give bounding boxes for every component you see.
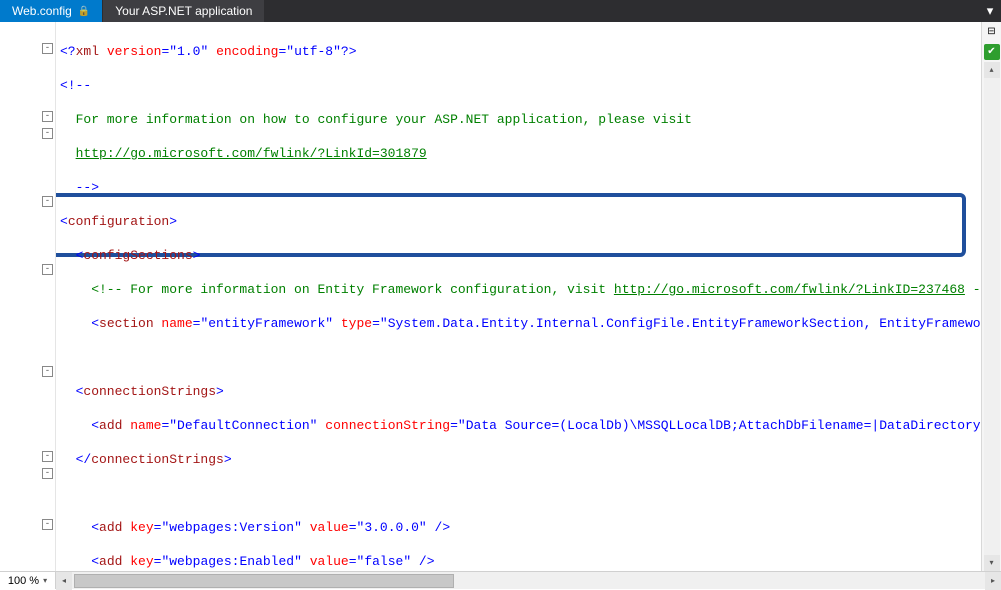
fold-toggle[interactable]: - <box>42 43 53 54</box>
fold-toggle[interactable]: - <box>42 451 53 462</box>
tab-menu-button[interactable]: ▾ <box>979 0 1001 22</box>
code-content: <?xml version="1.0" encoding="utf-8"?> <… <box>60 26 981 571</box>
fold-toggle[interactable]: - <box>42 128 53 139</box>
status-bar: 100 % ▾ ◂ ▸ <box>0 571 1001 589</box>
health-check-icon[interactable]: ✔ <box>984 44 1000 60</box>
scroll-down-button[interactable]: ▾ <box>984 555 1000 571</box>
tab-aspnet-app[interactable]: Your ASP.NET application <box>103 0 265 22</box>
lock-icon: 🔒 <box>78 6 90 17</box>
tab-label: Your ASP.NET application <box>115 4 252 18</box>
scroll-up-button[interactable]: ▴ <box>984 62 1000 78</box>
fold-toggle[interactable]: - <box>42 519 53 530</box>
zoom-dropdown[interactable]: 100 % ▾ <box>0 572 56 589</box>
fold-toggle[interactable]: - <box>42 111 53 122</box>
fold-toggle[interactable]: - <box>42 468 53 479</box>
editor: - - - - - - - - - <?xml version="1.0" en… <box>0 22 1001 571</box>
zoom-value: 100 % <box>8 575 39 587</box>
tab-web-config[interactable]: Web.config 🔒 <box>0 0 103 22</box>
fold-toggle[interactable]: - <box>42 196 53 207</box>
scroll-right-button[interactable]: ▸ <box>985 572 1001 590</box>
scroll-left-button[interactable]: ◂ <box>56 572 72 590</box>
code-pane[interactable]: <?xml version="1.0" encoding="utf-8"?> <… <box>56 22 981 571</box>
scroll-thumb[interactable] <box>74 574 454 588</box>
tab-label: Web.config <box>12 4 72 18</box>
gutter: - - - - - - - - - <box>0 22 56 571</box>
right-controls: ⊟ ✔ ▴ ▾ <box>981 22 1001 571</box>
split-view-icon[interactable]: ⊟ <box>984 24 1000 40</box>
fold-toggle[interactable]: - <box>42 264 53 275</box>
fold-toggle[interactable]: - <box>42 366 53 377</box>
chevron-down-icon: ▾ <box>43 576 47 585</box>
tab-bar: Web.config 🔒 Your ASP.NET application ▾ <box>0 0 1001 22</box>
vertical-scrollbar[interactable] <box>984 78 1000 555</box>
horizontal-scrollbar[interactable]: ◂ ▸ <box>56 572 1001 589</box>
tab-bar-fill <box>265 0 979 22</box>
